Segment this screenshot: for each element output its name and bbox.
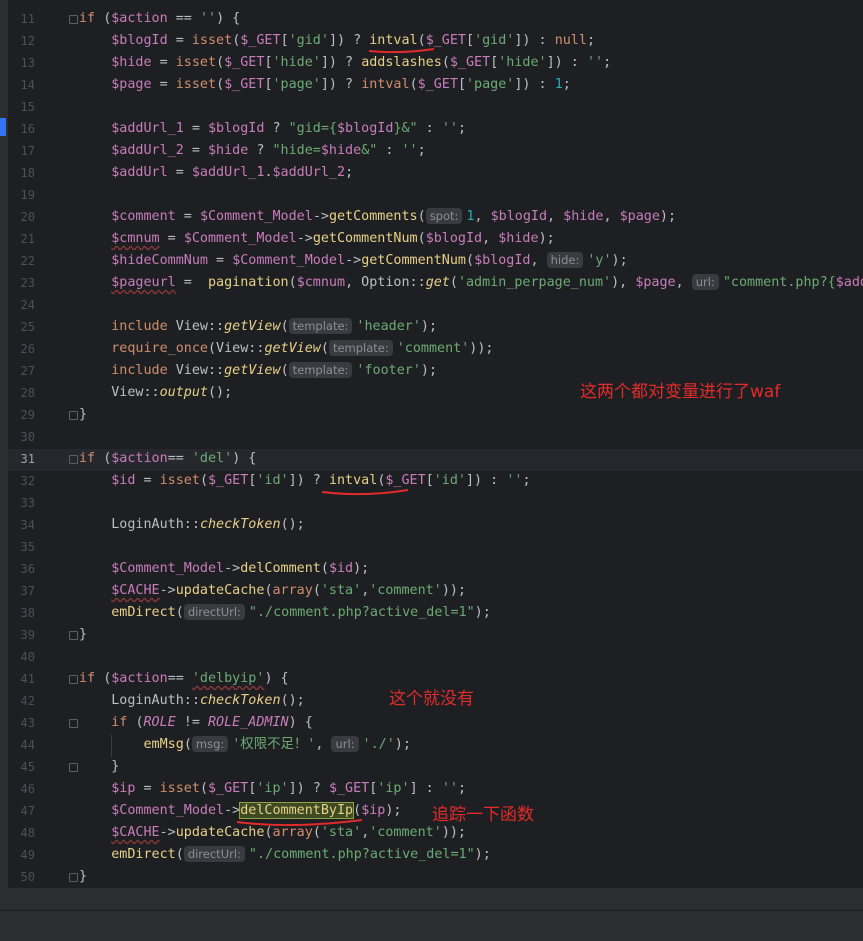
underline-intval-id [321,489,409,496]
red-underline-marks [236,48,435,827]
code-editor[interactable]: 11 if ($action == '') {12 $blogId = isset… [0,0,863,888]
status-bar [0,910,863,941]
underline-intval-gid [368,48,435,54]
underline-delcommentbyip [236,819,363,827]
